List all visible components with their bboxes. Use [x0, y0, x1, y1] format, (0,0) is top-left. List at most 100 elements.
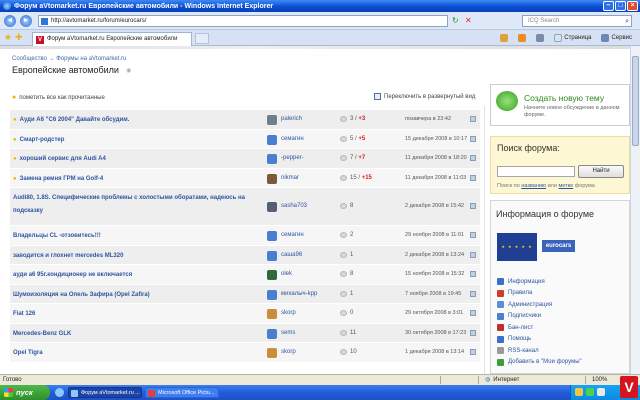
topic-title-link[interactable]: ● хороший сервис для Audi A4 [13, 155, 263, 164]
taskbar-task[interactable]: Форум aVtomarket.ru ... [68, 387, 142, 398]
new-replies-count[interactable]: +5 [358, 136, 365, 142]
topic-row[interactable]: ● Смарт-родстер семагин 5 / +5 15 декабря 20… [10, 128, 480, 148]
security-zone[interactable]: ◍ Интернет [485, 375, 519, 385]
forum-info-link[interactable]: Бан-лист [497, 322, 582, 334]
avatar[interactable] [267, 173, 277, 184]
topic-row[interactable]: Audi80, 1.8S. Специфические проблемы с х… [10, 187, 480, 225]
new-replies-count[interactable]: +15 [362, 175, 372, 181]
go-to-last-post-icon[interactable] [470, 135, 476, 142]
topic-title-link[interactable]: Владельцы CL -отзовитесь!!! [13, 232, 263, 241]
zoom-level[interactable]: 100% [592, 375, 607, 385]
forum-info-link[interactable]: Добавить в "Мои форумы" [497, 357, 582, 369]
topic-author-link[interactable]: skorp [281, 349, 296, 355]
go-to-last-post-icon[interactable] [470, 290, 476, 297]
back-button[interactable]: ◄ [4, 15, 16, 27]
go-to-last-post-icon[interactable] [470, 271, 476, 277]
tray-icon[interactable] [597, 388, 605, 396]
topic-author-link[interactable]: skorp [281, 310, 296, 316]
topic-author-link[interactable]: olek [281, 271, 292, 277]
go-to-last-post-icon[interactable] [470, 232, 476, 238]
topic-author-link[interactable]: sasha703 [281, 203, 307, 209]
start-button[interactable]: пуск [0, 385, 50, 400]
rss-icon[interactable]: ◉ [126, 67, 133, 74]
avatar[interactable] [267, 348, 277, 358]
search-input[interactable]: ICQ Search ⌕ [522, 15, 632, 27]
topic-row[interactable]: ● хороший сервис для Audi A4 -pepper- 7 / +… [10, 148, 480, 168]
topic-title-link[interactable]: Opel Tigra [13, 349, 263, 358]
avatar[interactable] [267, 270, 277, 280]
scrollbar-thumb[interactable] [632, 56, 639, 146]
go-to-last-post-icon[interactable] [470, 310, 476, 316]
avatar[interactable] [267, 154, 277, 164]
avatar[interactable] [267, 115, 277, 125]
topic-title-link[interactable]: ● Замена ремня ГРМ на Golf-4 [13, 175, 263, 184]
topic-row[interactable]: ● Замена ремня ГРМ на Golf-4 nikmar 15 / +1… [10, 167, 480, 187]
forum-info-link[interactable]: Информация [497, 276, 582, 288]
vertical-scrollbar[interactable] [630, 46, 640, 374]
topic-author-link[interactable]: саша96 [281, 252, 302, 258]
topic-row[interactable]: ● Ауди А6 "С6 2004" Давайте обсудим. paler… [10, 109, 480, 129]
go-to-last-post-icon[interactable] [470, 349, 476, 355]
topic-row[interactable]: ауди а6 95г.кондиционер не включается ole… [10, 264, 480, 284]
topic-title-link[interactable]: Mercedes-Benz GLK [13, 330, 263, 339]
forum-info-link[interactable]: Администрация [497, 299, 582, 311]
topic-title-link[interactable]: ● Ауди А6 "С6 2004" Давайте обсудим. [13, 116, 263, 125]
expand-view-link[interactable]: Переключить в развернутый вид [374, 93, 475, 100]
feeds-button[interactable] [518, 33, 527, 43]
tray-icon[interactable] [575, 388, 583, 396]
topic-author-link[interactable]: семагин [281, 232, 304, 238]
refresh-button[interactable]: ↻ [452, 16, 462, 26]
topic-title-link[interactable]: заводится и глохнет mercedes ML320 [13, 252, 263, 261]
page-menu[interactable]: Страница [554, 33, 591, 43]
topic-title-link[interactable]: Шумоизоляция на Опель Зафира (Opel Zafir… [13, 291, 263, 300]
topic-title-link[interactable]: Audi80, 1.8S. Специфические проблемы с х… [13, 192, 263, 218]
create-topic-box[interactable]: Создать новую тему Начните новое обсужде… [490, 84, 630, 126]
add-favorites-icon[interactable]: ✚ [15, 32, 23, 43]
taskbar-task[interactable]: Microsoft Office Pictu... [145, 387, 219, 398]
tray-icon[interactable] [586, 388, 594, 396]
new-replies-count[interactable]: +7 [358, 155, 365, 161]
search-by-tag-link[interactable]: метке [558, 183, 573, 189]
avatar[interactable] [267, 289, 277, 300]
go-to-last-post-icon[interactable] [470, 116, 476, 122]
topic-row[interactable]: Opel Tigra skorp 10 1 декабря 2008 в 13:14 [10, 342, 480, 362]
topic-row[interactable]: Шумоизоляция на Опель Зафира (Opel Zafir… [10, 283, 480, 303]
topic-row[interactable]: Владельцы CL -отзовитесь!!! семагин 2 29 но… [10, 225, 480, 245]
avatar[interactable] [267, 250, 277, 261]
create-topic-title[interactable]: Создать новую тему [524, 93, 604, 103]
avatar[interactable] [267, 309, 277, 319]
home-button[interactable] [500, 33, 509, 43]
topic-title-link[interactable]: Fiat 126 [13, 310, 263, 319]
go-to-last-post-icon[interactable] [470, 251, 476, 258]
go-to-last-post-icon[interactable] [470, 174, 476, 181]
forum-info-link[interactable]: RSS-канал [497, 345, 582, 357]
stop-button[interactable]: ✕ [465, 16, 475, 26]
topic-author-link[interactable]: михалыч-kpp [281, 291, 317, 297]
avatar[interactable] [267, 202, 277, 212]
minimize-button[interactable]: – [603, 1, 614, 11]
topic-author-link[interactable]: -pepper- [281, 155, 304, 161]
close-button[interactable]: × [627, 1, 638, 11]
search-by-name-link[interactable]: названию [521, 183, 546, 189]
tab-active[interactable]: V Форум aVtomarket.ru Европейские автомо… [32, 32, 192, 46]
topic-author-link[interactable]: семагин [281, 136, 304, 142]
go-to-last-post-icon[interactable] [470, 155, 476, 161]
print-button[interactable] [536, 33, 545, 43]
search-icon[interactable]: ⌕ [625, 17, 629, 27]
topic-row[interactable]: Fiat 126 skorp 0 29 октября 2008 в 3:01 [10, 303, 480, 323]
avatar[interactable] [267, 328, 277, 339]
breadcrumb[interactable]: Сообщество → Форумы на aVtomarket.ru [12, 56, 126, 62]
topic-author-link[interactable]: palerich [281, 116, 302, 122]
favorites-star-icon[interactable]: ★ [4, 32, 12, 43]
go-to-last-post-icon[interactable] [470, 203, 476, 209]
forum-info-link[interactable]: Помощь [497, 334, 582, 346]
forum-info-link[interactable]: Подписчики [497, 311, 582, 323]
forum-search-button[interactable]: Найти [578, 165, 624, 178]
forum-info-link[interactable]: Правила [497, 288, 582, 300]
topic-author-link[interactable]: sems [281, 330, 295, 336]
forward-button[interactable]: ► [20, 15, 32, 27]
forum-search-input[interactable] [497, 166, 575, 177]
avatar[interactable] [267, 231, 277, 241]
topic-title-link[interactable]: ауди а6 95г.кондиционер не включается [13, 271, 263, 280]
mark-read-link[interactable]: ● пометить все как прочитанные [12, 94, 105, 101]
